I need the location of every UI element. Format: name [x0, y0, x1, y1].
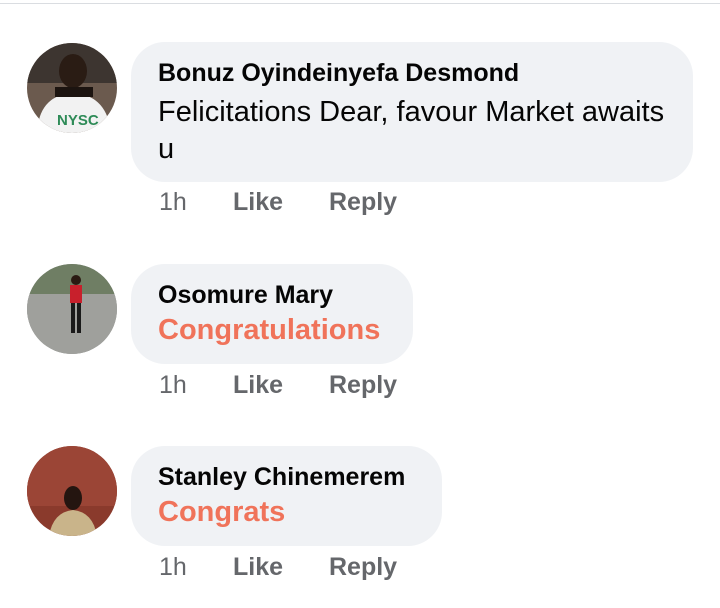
- comment-time[interactable]: 1h: [159, 553, 233, 582]
- reply-button[interactable]: Reply: [329, 188, 397, 217]
- comment-actions: 1h Like Reply: [159, 553, 397, 582]
- comment-text: Congrats: [158, 496, 286, 528]
- comment-bubble: Osomure Mary Congratulations: [131, 264, 413, 364]
- like-button[interactable]: Like: [233, 553, 329, 582]
- avatar-photo: [27, 264, 117, 354]
- reply-button[interactable]: Reply: [329, 553, 397, 582]
- comment-author[interactable]: Stanley Chinemerem: [158, 462, 415, 492]
- comment-bubble: Stanley Chinemerem Congrats: [131, 446, 442, 546]
- avatar[interactable]: [27, 446, 117, 536]
- comment-text: Congratulations: [158, 314, 381, 346]
- comment-actions: 1h Like Reply: [159, 188, 397, 217]
- comment-bubble: Bonuz Oyindeinyefa Desmond Felicitations…: [131, 42, 693, 182]
- like-button[interactable]: Like: [233, 371, 329, 400]
- comment-text: Felicitations Dear, favour Market awaits…: [158, 96, 665, 165]
- comment-actions: 1h Like Reply: [159, 371, 397, 400]
- comment-author[interactable]: Osomure Mary: [158, 280, 386, 310]
- top-divider: [0, 3, 720, 4]
- avatar[interactable]: [27, 264, 117, 354]
- avatar-photo: NYSC: [27, 43, 117, 133]
- comment-time[interactable]: 1h: [159, 188, 233, 217]
- comment-time[interactable]: 1h: [159, 371, 233, 400]
- avatar-photo: [27, 446, 117, 536]
- comment-author[interactable]: Bonuz Oyindeinyefa Desmond: [158, 58, 666, 88]
- like-button[interactable]: Like: [233, 188, 329, 217]
- avatar-shirt-text: NYSC: [57, 112, 99, 129]
- avatar[interactable]: NYSC: [27, 43, 117, 133]
- reply-button[interactable]: Reply: [329, 371, 397, 400]
